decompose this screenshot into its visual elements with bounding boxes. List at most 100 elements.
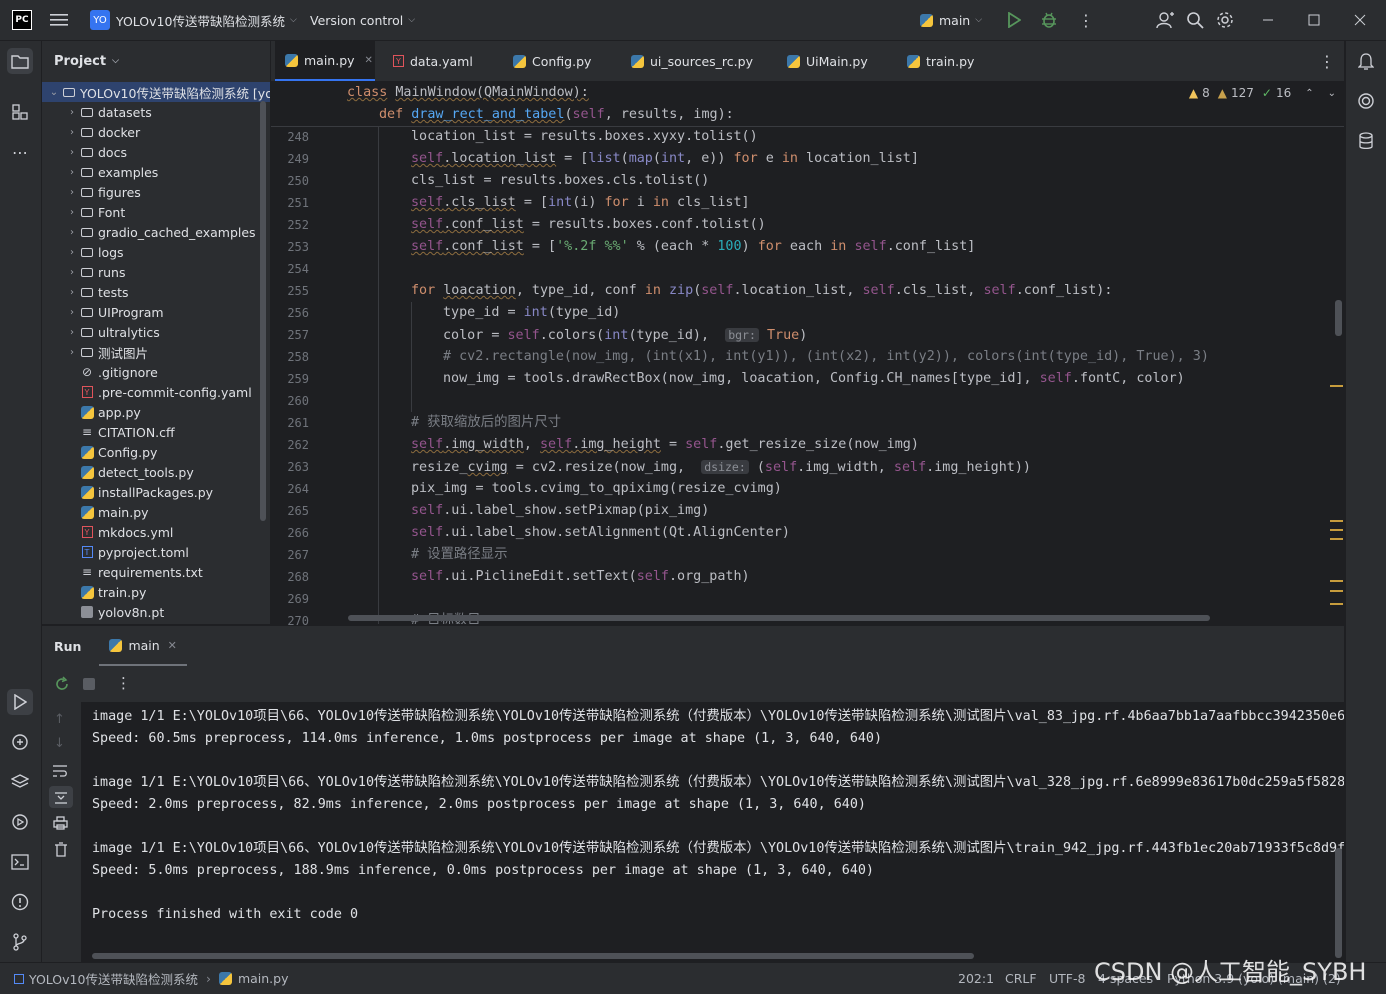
- database-button[interactable]: [1353, 128, 1379, 154]
- tree-file[interactable]: detect_tools.py: [42, 462, 194, 482]
- error-stripe-mark[interactable]: [1330, 385, 1343, 387]
- line-separator[interactable]: CRLF: [1005, 963, 1037, 994]
- python-packages-button[interactable]: [7, 769, 33, 795]
- clear-all-button[interactable]: [54, 842, 68, 857]
- tab-options-button[interactable]: ⋮: [1319, 41, 1335, 81]
- soft-wrap-button[interactable]: [52, 764, 68, 778]
- run-config-selector[interactable]: main ⌵: [920, 0, 982, 40]
- project-tool-button[interactable]: [7, 48, 33, 74]
- debug-button[interactable]: [1040, 0, 1058, 40]
- tree-file[interactable]: Y .pre-commit-config.yaml: [42, 382, 252, 402]
- tree-file[interactable]: app.py: [42, 402, 141, 422]
- tab-data-yaml[interactable]: Ydata.yaml: [383, 41, 495, 81]
- tree-folder[interactable]: › UIProgram: [42, 302, 164, 322]
- tree-root[interactable]: ⌄ YOLOv10传送带缺陷检测系统 [yo: [42, 82, 270, 102]
- tree-folder[interactable]: › 测试图片: [42, 342, 148, 362]
- print-button[interactable]: [53, 816, 68, 830]
- tab-main-py[interactable]: main.py ✕: [275, 41, 375, 81]
- code-line: now_img = tools.drawRectBox(now_img, loa…: [443, 371, 1185, 386]
- run-tab-main[interactable]: main ✕: [99, 626, 187, 666]
- main-menu-button[interactable]: [50, 0, 68, 40]
- close-icon[interactable]: ✕: [168, 639, 177, 652]
- project-panel-header[interactable]: Project ⌵: [42, 41, 270, 81]
- tree-folder[interactable]: › Font: [42, 202, 125, 222]
- error-stripe-mark[interactable]: [1330, 538, 1343, 540]
- stop-button[interactable]: [83, 678, 95, 690]
- tree-folder[interactable]: › runs: [42, 262, 126, 282]
- chevron-down-icon[interactable]: ⌄: [1328, 88, 1336, 99]
- tree-folder[interactable]: › datasets: [42, 102, 152, 122]
- search-everywhere-button[interactable]: [1186, 0, 1204, 40]
- console-vertical-scrollbar[interactable]: [1335, 848, 1342, 958]
- git-button[interactable]: [7, 929, 33, 955]
- error-stripe-mark[interactable]: [1330, 590, 1343, 592]
- file-encoding[interactable]: UTF-8: [1049, 963, 1085, 994]
- tree-folder[interactable]: › examples: [42, 162, 158, 182]
- version-control-menu[interactable]: Version control ⌵: [310, 0, 415, 40]
- maximize-button[interactable]: [1308, 0, 1320, 40]
- tree-file[interactable]: Tpyproject.toml: [42, 542, 189, 562]
- tab-config-py[interactable]: Config.py: [503, 41, 613, 81]
- tree-folder[interactable]: › tests: [42, 282, 129, 302]
- more-actions-button[interactable]: ⋮: [1078, 0, 1094, 40]
- tree-folder[interactable]: › docker: [42, 122, 140, 142]
- settings-button[interactable]: [1216, 0, 1234, 40]
- tree-folder[interactable]: › docs: [42, 142, 127, 162]
- tree-file[interactable]: main.py: [42, 502, 149, 522]
- close-icon[interactable]: ✕: [365, 55, 373, 66]
- tree-item-label: installPackages.py: [98, 484, 214, 500]
- run-console-output[interactable]: image 1/1 E:\YOLOv10项目\66、YOLOv10传送带缺陷检测…: [81, 702, 1344, 963]
- scroll-to-end-button[interactable]: [49, 786, 73, 808]
- breadcrumb-file[interactable]: main.py: [238, 971, 289, 986]
- tree-folder[interactable]: › ultralytics: [42, 322, 160, 342]
- python-console-button[interactable]: [7, 729, 33, 755]
- run-tool-button[interactable]: [7, 689, 33, 715]
- tree-file[interactable]: yolov8n.pt: [42, 602, 164, 622]
- tree-file[interactable]: train.py: [42, 582, 146, 602]
- project-selector[interactable]: YO YOLOv10传送带缺陷检测系统 ⌵: [90, 0, 297, 40]
- tree-folder[interactable]: › logs: [42, 242, 124, 262]
- problems-button[interactable]: [7, 889, 33, 915]
- services-button[interactable]: [7, 809, 33, 835]
- structure-tool-button[interactable]: [7, 99, 33, 125]
- notifications-button[interactable]: [1353, 48, 1379, 74]
- error-stripe-mark[interactable]: [1330, 580, 1343, 582]
- ai-assistant-button[interactable]: [1353, 88, 1379, 114]
- close-window-button[interactable]: [1354, 0, 1366, 40]
- editor-vertical-scrollbar[interactable]: [1335, 300, 1342, 336]
- inspection-widget[interactable]: ▲ 8 ▲ 127 ✓ 16 ⌃ ⌄: [1189, 86, 1336, 100]
- chevron-up-icon[interactable]: ⌃: [1305, 88, 1313, 99]
- tab-train-py[interactable]: train.py: [897, 41, 987, 81]
- project-scrollbar[interactable]: [260, 101, 266, 521]
- arrow-up-icon[interactable]: ↑: [54, 712, 65, 727]
- tree-file[interactable]: ≡ CITATION.cff: [42, 422, 175, 442]
- breadcrumb-project[interactable]: YOLOv10传送带缺陷检测系统: [29, 969, 198, 988]
- minimize-button[interactable]: [1262, 0, 1274, 40]
- tree-file[interactable]: Ymkdocs.yml: [42, 522, 173, 542]
- more-tools-button[interactable]: ⋯: [7, 139, 33, 165]
- console-horizontal-scrollbar[interactable]: [92, 953, 974, 959]
- error-stripe-mark[interactable]: [1330, 520, 1343, 522]
- error-stripe-mark[interactable]: [1330, 529, 1343, 531]
- more-actions-button[interactable]: ⋮: [116, 674, 131, 692]
- run-button[interactable]: [1007, 0, 1021, 40]
- tree-file[interactable]: ⊘ .gitignore: [42, 362, 158, 382]
- tree-file[interactable]: installPackages.py: [42, 482, 213, 502]
- tree-file[interactable]: ≡ requirements.txt: [42, 562, 203, 582]
- code-editor[interactable]: location_list = results.boxes.xyxy.tolis…: [329, 82, 1344, 624]
- tree-folder[interactable]: › gradio_cached_examples: [42, 222, 256, 242]
- tab-label: train.py: [926, 53, 975, 69]
- account-button[interactable]: [1156, 0, 1174, 40]
- error-stripe-mark[interactable]: [1330, 603, 1343, 605]
- yaml-file-icon: Y: [80, 386, 94, 398]
- tree-folder[interactable]: › figures: [42, 182, 141, 202]
- terminal-button[interactable]: [7, 849, 33, 875]
- arrow-down-icon[interactable]: ↓: [54, 736, 65, 751]
- tab-uimain-py[interactable]: UiMain.py: [777, 41, 889, 81]
- tab-ui-sources-rc-py[interactable]: ui_sources_rc.py: [621, 41, 769, 81]
- rerun-button[interactable]: [54, 676, 70, 692]
- console-line: image 1/1 E:\YOLOv10项目\66、YOLOv10传送带缺陷检测…: [92, 775, 1344, 790]
- caret-position[interactable]: 202:1: [958, 963, 994, 994]
- tree-file[interactable]: Config.py: [42, 442, 157, 462]
- editor-horizontal-scrollbar[interactable]: [348, 615, 1210, 621]
